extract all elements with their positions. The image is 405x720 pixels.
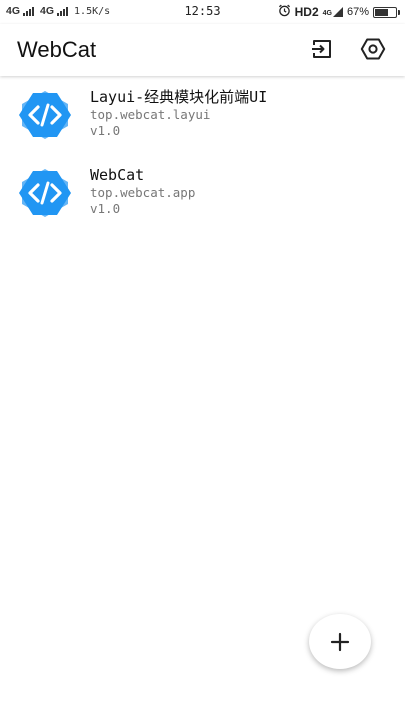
- signal-icon: [57, 6, 69, 16]
- status-left: 4G 4G 1.5K/s: [6, 5, 110, 17]
- plus-icon: [330, 632, 350, 651]
- app-package: top.webcat.layui: [90, 107, 211, 122]
- hd-indicator: HD2: [294, 5, 319, 19]
- battery-percent: 67%: [346, 6, 369, 18]
- network-speed: 1.5K/s: [74, 5, 111, 17]
- code-star-icon: [19, 169, 71, 217]
- network-type-1: 4G: [6, 5, 21, 17]
- status-bar: 4G 4G 1.5K/s 12:53 HD2 4G 67%: [0, 0, 405, 24]
- network-type-2: 4G: [40, 5, 55, 17]
- app-bar: WebCat: [0, 24, 405, 76]
- app-title: WebCat: [17, 37, 97, 62]
- battery-icon: [373, 6, 400, 18]
- battery-level: [375, 8, 389, 16]
- code-star-icon: [19, 91, 71, 139]
- status-right: HD2 4G 67%: [278, 4, 400, 20]
- app-package: top.webcat.app: [90, 185, 196, 200]
- import-button[interactable]: [307, 34, 337, 64]
- screen: 4G 4G 1.5K/s 12:53 HD2 4G 67% WebCat Lay…: [0, 0, 405, 720]
- settings-icon: [360, 38, 386, 60]
- app-name: WebCat: [90, 166, 145, 184]
- list-item[interactable]: Layui-经典模块化前端UI top.webcat.layui v1.0: [0, 80, 405, 158]
- app-version: v1.0: [90, 201, 121, 216]
- signal-icon: [23, 6, 35, 16]
- app-version: v1.0: [90, 123, 121, 138]
- add-app-button[interactable]: [309, 614, 371, 669]
- app-list: Layui-经典模块化前端UI top.webcat.layui v1.0 We…: [0, 80, 405, 236]
- list-item[interactable]: WebCat top.webcat.app v1.0: [0, 158, 405, 236]
- item-text: Layui-经典模块化前端UI top.webcat.layui v1.0: [90, 88, 395, 139]
- alarm-icon: [278, 4, 291, 20]
- signal-icon: 4G: [323, 7, 343, 17]
- app-name: Layui-经典模块化前端UI: [90, 88, 268, 106]
- item-text: WebCat top.webcat.app v1.0: [90, 166, 395, 217]
- settings-button[interactable]: [358, 34, 388, 64]
- mini-network-type: 4G: [322, 10, 332, 17]
- import-icon: [312, 40, 331, 58]
